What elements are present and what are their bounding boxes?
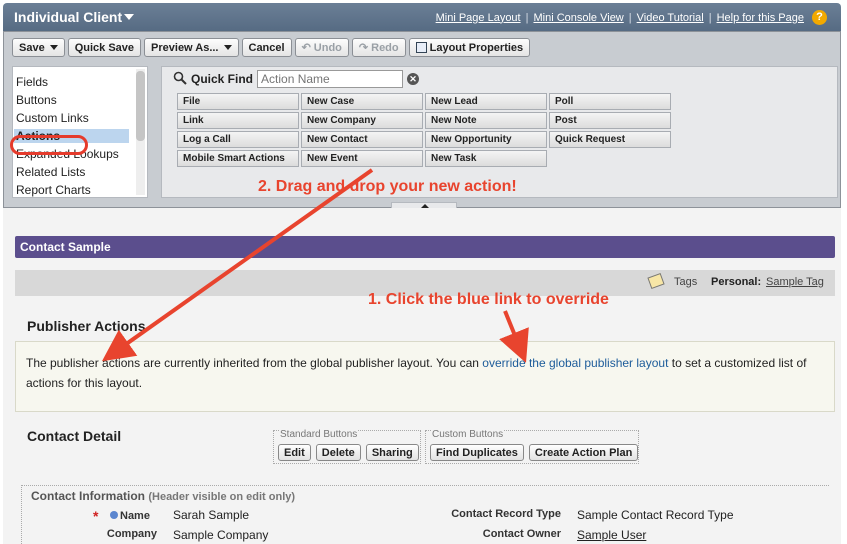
step1-annotation: 1. Click the blue link to override	[368, 291, 609, 308]
click-arrow	[499, 310, 529, 363]
drag-arrow	[101, 168, 374, 362]
step2-annotation: 2. Drag and drop your new action!	[258, 178, 517, 195]
annotation-arrows	[101, 168, 529, 363]
